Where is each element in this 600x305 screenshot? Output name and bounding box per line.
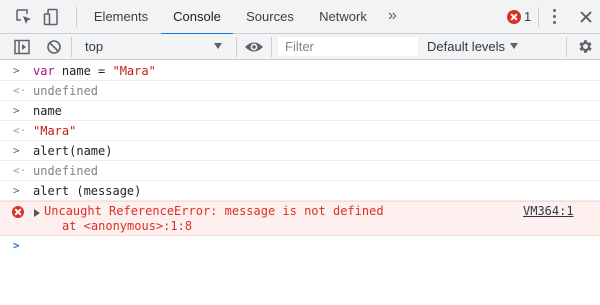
prompt-chevron-icon: >: [13, 184, 20, 197]
show-sidebar-icon[interactable]: [14, 39, 30, 55]
result-arrow-icon: <·: [13, 124, 27, 137]
code-text: alert(name): [33, 144, 113, 158]
error-icon: [12, 206, 24, 218]
console-prompt[interactable]: >: [0, 236, 600, 258]
result-value: undefined: [33, 84, 99, 98]
prompt-chevron-icon: >: [13, 104, 20, 117]
gear-icon[interactable]: [577, 38, 594, 55]
tab-console[interactable]: Console: [161, 0, 233, 35]
console-output[interactable]: > var name = "Mara" <· undefined > name …: [0, 61, 600, 305]
toolbar-separator: [236, 37, 237, 57]
log-levels-label: Default levels: [427, 39, 506, 54]
inspect-element-icon[interactable]: [15, 8, 33, 26]
toolbar-separator: [566, 37, 567, 57]
tab-separator: [538, 7, 539, 27]
console-input-line[interactable]: > alert(name): [0, 141, 600, 161]
prompt-chevron-icon: >: [13, 239, 20, 252]
caret-down-icon: [214, 43, 222, 49]
devtools-tabbar: Elements Console Sources Network » 1: [0, 0, 600, 35]
caret-down-icon: [510, 43, 519, 49]
prompt-chevron-icon: >: [13, 64, 20, 77]
clear-console-icon[interactable]: [46, 39, 62, 55]
console-input-line[interactable]: > var name = "Mara": [0, 61, 600, 81]
close-icon[interactable]: [578, 9, 594, 25]
tab-separator: [76, 7, 77, 27]
more-options-icon[interactable]: [553, 9, 557, 25]
tab-network[interactable]: Network: [311, 0, 375, 34]
console-error-message[interactable]: Uncaught ReferenceError: message is not …: [0, 201, 600, 236]
tab-elements[interactable]: Elements: [86, 0, 156, 34]
console-result-line: <· "Mara": [0, 121, 600, 141]
result-arrow-icon: <·: [13, 164, 27, 177]
console-toolbar: top Default levels: [0, 34, 600, 60]
error-count[interactable]: 1: [524, 0, 531, 34]
code-string: "Mara": [112, 64, 156, 78]
context-selector[interactable]: top: [78, 34, 230, 59]
prompt-chevron-icon: >: [13, 144, 20, 157]
console-input-line[interactable]: > alert (message): [0, 181, 600, 201]
code-keyword: var: [33, 64, 55, 78]
console-result-line: <· undefined: [0, 161, 600, 181]
error-count-icon[interactable]: [507, 10, 521, 24]
toolbar-separator: [71, 37, 72, 57]
expand-triangle-icon[interactable]: [34, 209, 40, 217]
console-result-line: <· undefined: [0, 81, 600, 101]
result-arrow-icon: <·: [13, 84, 27, 97]
code-text: name =: [54, 64, 113, 78]
context-value: top: [85, 39, 104, 54]
result-string-value: "Mara": [33, 124, 77, 138]
result-value: undefined: [33, 164, 99, 178]
error-source-link[interactable]: VM364:1: [523, 203, 574, 220]
device-toolbar-icon[interactable]: [43, 8, 61, 26]
code-text: name: [33, 104, 62, 118]
live-expression-icon[interactable]: [244, 39, 264, 55]
console-input-line[interactable]: > name: [0, 101, 600, 121]
code-text: alert (message): [33, 184, 142, 198]
error-stack-frame: at <anonymous>:1:8: [62, 219, 193, 233]
filter-field[interactable]: [278, 37, 418, 56]
filter-input[interactable]: [279, 38, 417, 55]
log-levels-dropdown[interactable]: Default levels: [427, 34, 519, 59]
toolbar-separator: [271, 37, 272, 57]
more-tabs-button[interactable]: »: [388, 0, 397, 34]
tab-sources[interactable]: Sources: [238, 0, 302, 34]
